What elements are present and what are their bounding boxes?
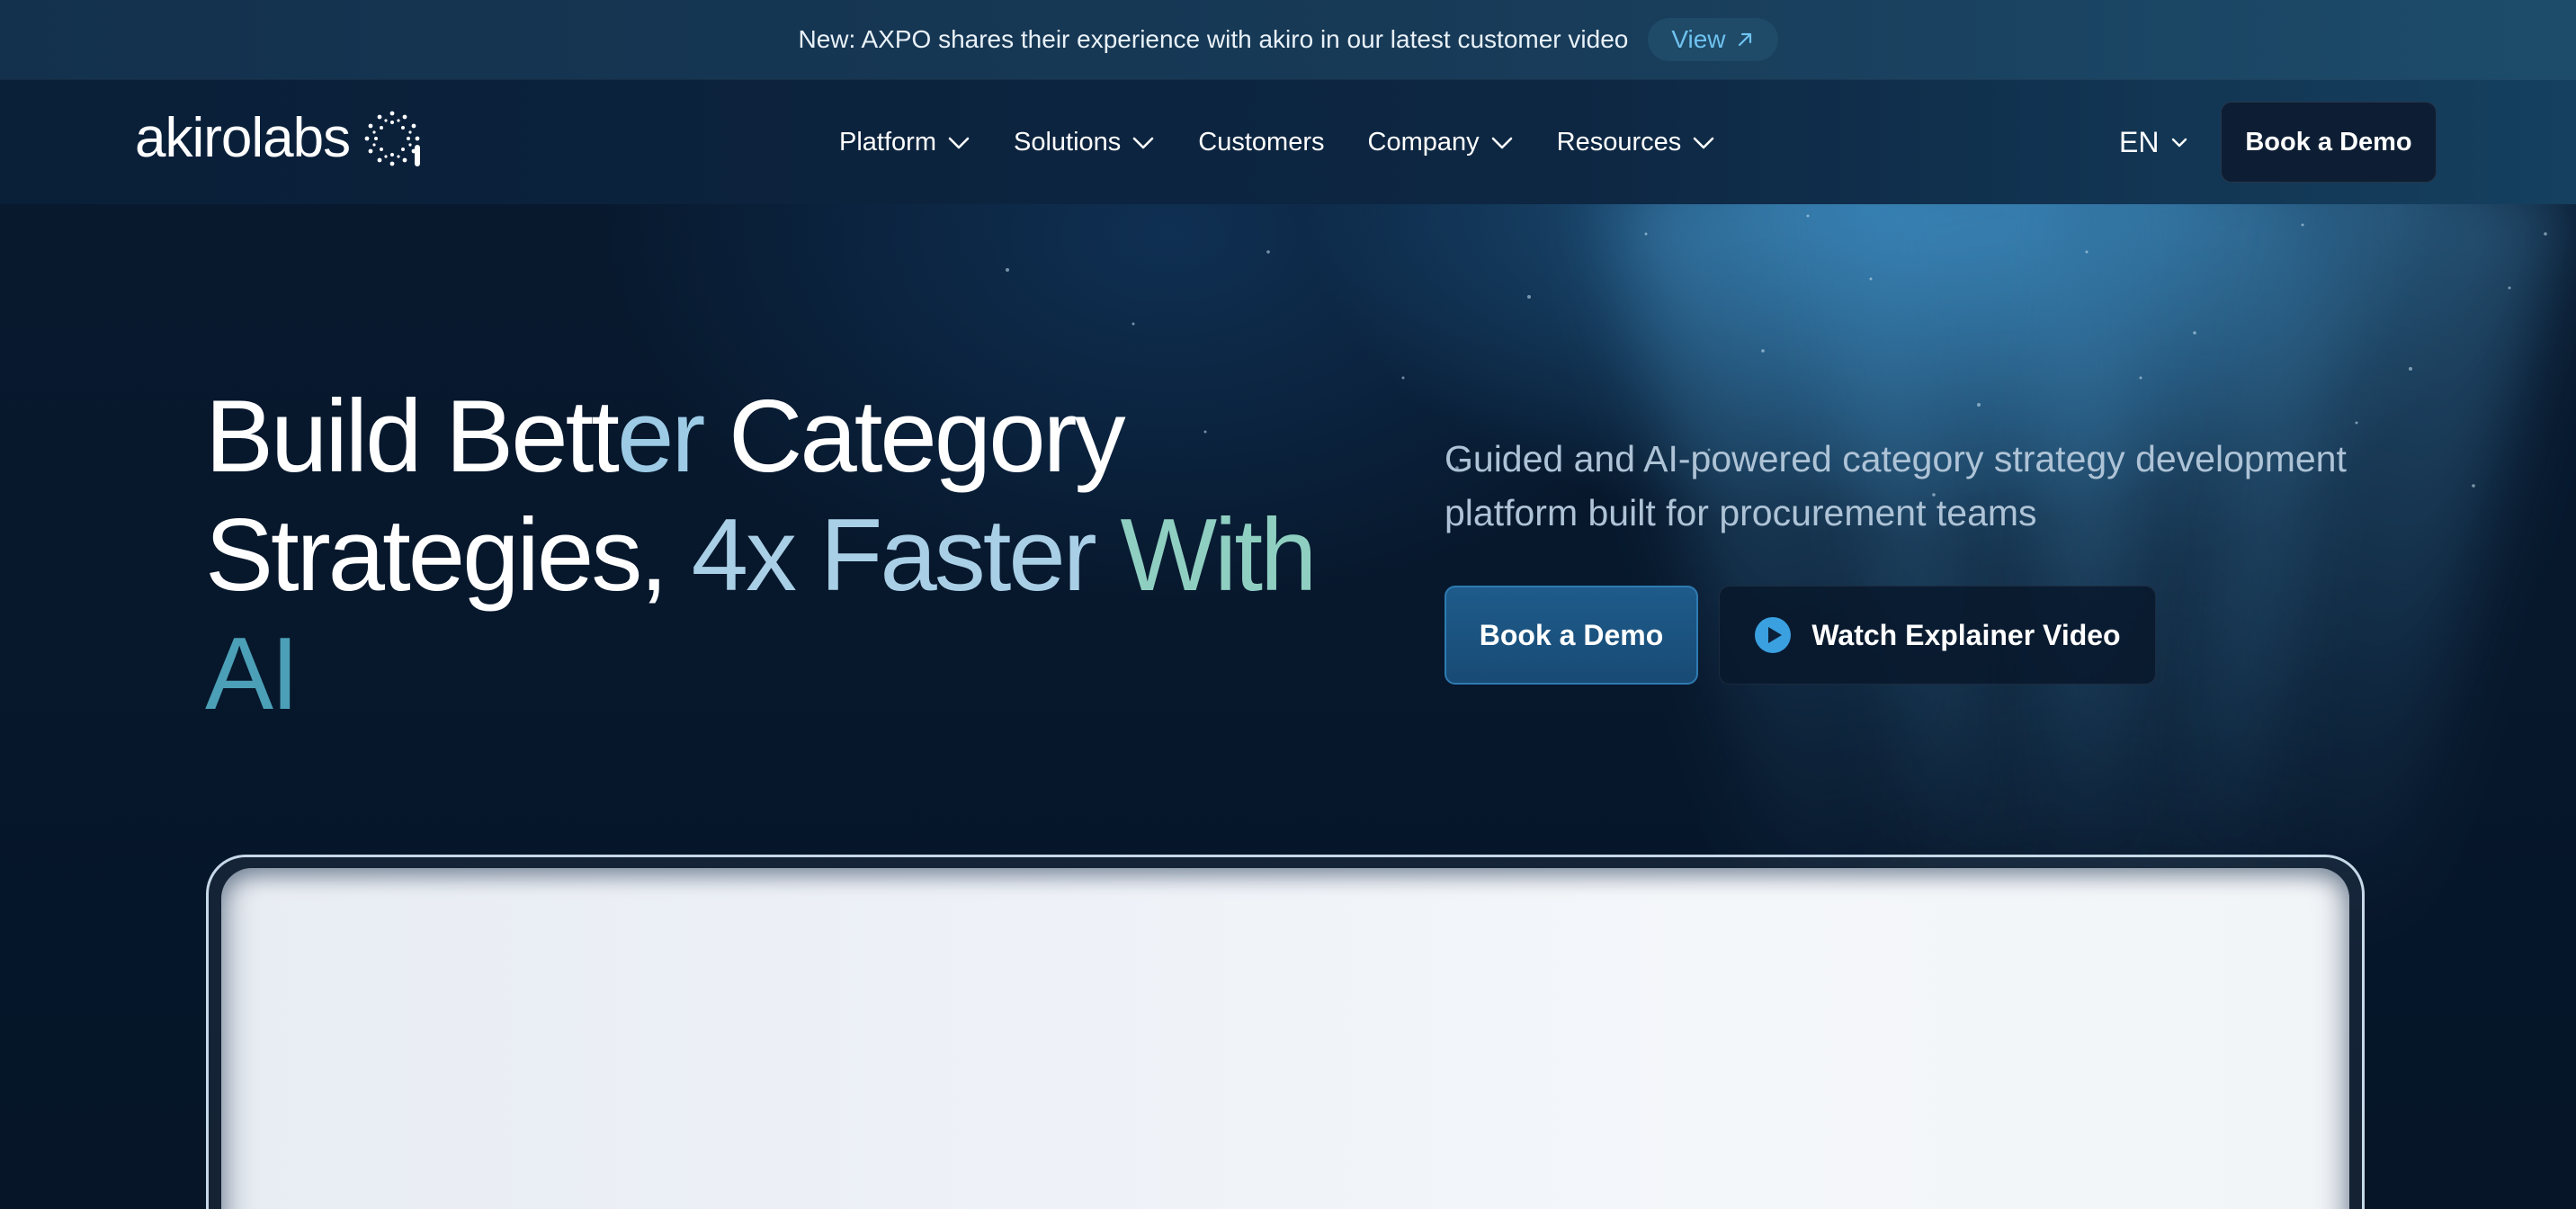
headline-line-2: Strategies, 4x Faster With [205,497,1374,615]
headline-segment: With [1120,498,1317,613]
main-nav: akirolabs Platform Solutions Customers C… [0,79,2576,204]
chevron-down-icon [1491,137,1512,148]
headline-segment: 4x Faster [691,498,1121,613]
hero-headline: Build Better Category Strategies, 4x Fas… [205,378,1374,734]
headline-segment: er [616,380,705,494]
nav-item-label: Company [1367,128,1480,157]
language-selector[interactable]: EN [2119,80,2187,205]
chevron-down-icon [2172,138,2187,147]
play-circle-icon [1755,617,1792,653]
nav-item-solutions[interactable]: Solutions [1014,128,1155,157]
hero-book-demo-button[interactable]: Book a Demo [1445,586,1698,685]
chevron-down-icon [948,137,970,148]
nav-item-label: Resources [1556,128,1682,157]
nav-menu: Platform Solutions Customers Company Res… [839,80,1758,205]
headline-line-3: AI [205,615,1374,734]
nav-item-customers[interactable]: Customers [1198,128,1324,157]
nav-item-label: Customers [1198,128,1325,157]
watch-explainer-video-label: Watch Explainer Video [1811,618,2121,651]
headline-segment: Strategies, [205,498,692,613]
hero-subtitle: Guided and AI-powered category strategy … [1445,438,2347,533]
announcement-bar: New: AXPO shares their experience with a… [0,0,2576,79]
nav-item-company[interactable]: Company [1368,128,1514,157]
nav-item-resources[interactable]: Resources [1557,128,1716,157]
language-label: EN [2119,126,2160,158]
nav-item-platform[interactable]: Platform [839,128,970,157]
page: New: AXPO shares their experience with a… [0,0,2576,1209]
announcement-view-label: View [1671,25,1726,53]
product-preview-frame [206,855,2365,1209]
nav-item-label: Solutions [1013,128,1122,157]
headline-line-1: Build Better Category [205,378,1374,497]
headline-segment: Build Bett [205,380,620,494]
logo[interactable]: akirolabs [135,109,422,168]
announcement-text: New: AXPO shares their experience with a… [798,25,1629,53]
chevron-down-icon [1693,137,1714,148]
arrow-up-right-icon [1738,32,1751,47]
nav-book-demo-button[interactable]: Book a Demo [2221,102,2437,183]
product-preview-screen [221,868,2349,1209]
headline-segment: Category [702,380,1126,494]
chevron-down-icon [1132,137,1154,148]
nav-item-label: Platform [839,128,936,157]
dotted-ring-logo-icon [364,111,421,166]
headline-segment: AI [205,617,300,731]
watch-explainer-video-button[interactable]: Watch Explainer Video [1719,586,2156,685]
logo-text: akirolabs [135,107,351,169]
announcement-view-link[interactable]: View [1648,18,1778,61]
